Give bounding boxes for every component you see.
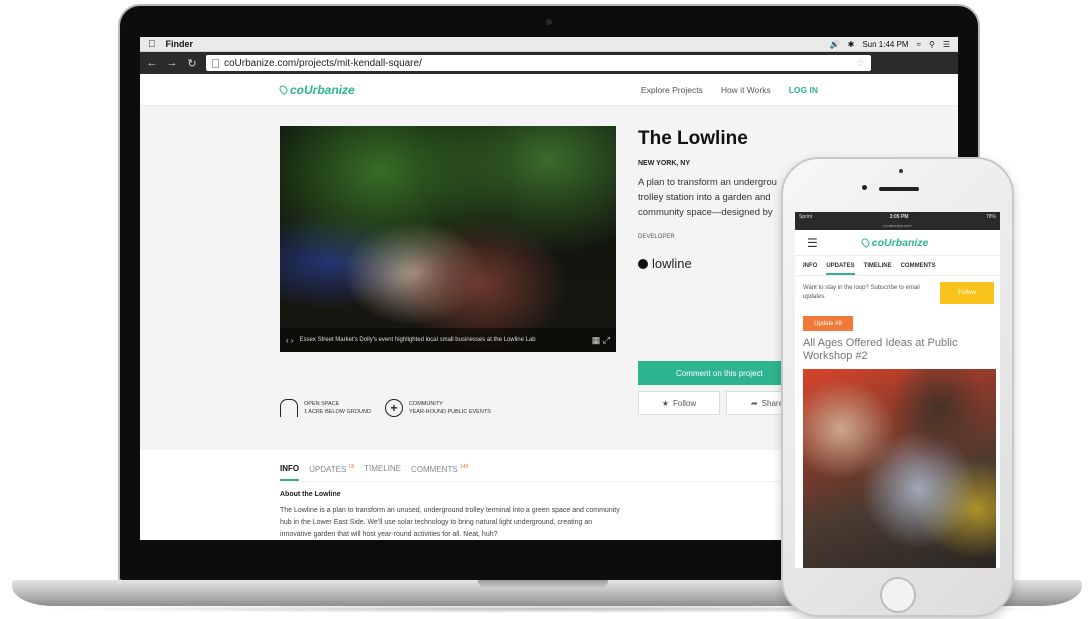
tab-label: COMMENTS: [411, 464, 458, 474]
tab-timeline[interactable]: TIMELINE: [364, 464, 401, 481]
phone-sensor: [899, 169, 903, 173]
share-icon: ➦: [750, 398, 758, 408]
tab-comments[interactable]: COMMENTS 149: [411, 464, 468, 481]
reload-icon[interactable]: ↻: [186, 57, 198, 70]
tab-count: 149: [459, 464, 469, 470]
nav-explore-projects[interactable]: Explore Projects: [641, 85, 703, 95]
follow-button[interactable]: ★ Follow: [638, 391, 720, 415]
nav-login[interactable]: LOG IN: [789, 85, 818, 95]
site-nav: Explore Projects How it Works LOG IN: [641, 85, 818, 95]
lowline-logo-icon: [638, 258, 648, 269]
update-title[interactable]: All Ages Offered Ideas at Public Worksho…: [803, 337, 992, 363]
phone-url[interactable]: courbanize.com: [795, 222, 1000, 230]
phone-tab-updates[interactable]: UPDATES: [826, 263, 855, 275]
phone-logo-text: coUrbanize: [871, 236, 929, 249]
project-tabs: INFO UPDATES 18 TIMELINE COMMENTS 149: [280, 450, 818, 482]
project-photo[interactable]: ‹ › Essex Street Market's Dolly's event …: [280, 126, 616, 352]
phone-header: ☰ coUrbanize: [795, 230, 1000, 256]
tab-label: INFO: [280, 464, 300, 473]
feature-community: + COMMUNITY YEAR-ROUND PUBLIC EVENTS: [384, 399, 491, 417]
site-header: coUrbanize Explore Projects How it Works…: [140, 74, 958, 106]
address-bar[interactable]: coUrbanize.com/projects/mit-kendall-squa…: [206, 55, 871, 71]
project-features: OPEN SPACE 1 ACRE BELOW GROUND + COMMUNI…: [280, 399, 491, 417]
feature-subtitle: 1 ACRE BELOW GROUND: [304, 409, 371, 415]
feature-subtitle: YEAR-ROUND PUBLIC EVENTS: [408, 409, 491, 415]
menubar-clock[interactable]: Sun 1:44 PM: [862, 40, 908, 49]
back-arrow-icon[interactable]: ←: [146, 57, 158, 69]
phone-subscribe: Want to stay in the loop? Subscribe to e…: [795, 276, 1000, 304]
phone-screen: Sprint 3:05 PM 78% courbanize.com ☰ coUr…: [795, 212, 1000, 568]
phone-speaker: [879, 187, 919, 191]
laptop-camera: [546, 19, 552, 25]
hamburger-menu-icon[interactable]: ☰: [807, 236, 818, 250]
menu-app-name[interactable]: Finder: [166, 39, 194, 49]
developer-name: lowline: [652, 256, 692, 271]
tab-label: UPDATES: [309, 464, 347, 474]
phone-logo[interactable]: coUrbanize: [859, 236, 929, 249]
address-bar-url: coUrbanize.com/projects/mit-kendall-squa…: [224, 57, 422, 69]
menubar-status: 🔊 ✱ Sun 1:44 PM ≈ ⚲ ☰: [830, 40, 950, 49]
phone-tab-comments[interactable]: COMMENTS: [901, 263, 936, 269]
phone-carrier: Sprint: [799, 214, 813, 220]
update-photo[interactable]: [803, 369, 996, 568]
bluetooth-icon[interactable]: ✱: [848, 40, 855, 49]
phone-follow-button[interactable]: Follow: [940, 282, 994, 304]
page-icon: [212, 58, 219, 68]
phone-home-button[interactable]: [880, 577, 916, 613]
tab-label: TIMELINE: [364, 464, 402, 473]
tab-updates[interactable]: UPDATES 18: [309, 464, 354, 481]
phone-battery: 78%: [985, 214, 996, 220]
tab-count: 18: [348, 464, 355, 470]
phone-camera: [862, 185, 867, 190]
star-icon: ★: [661, 398, 670, 408]
feature-open-space: OPEN SPACE 1 ACRE BELOW GROUND: [280, 399, 371, 417]
plus-circle-icon: +: [384, 399, 403, 417]
wifi-icon[interactable]: ≈: [917, 40, 921, 49]
tree-icon: [280, 399, 298, 417]
share-label: Share: [761, 398, 784, 408]
site-logo[interactable]: coUrbanize: [277, 82, 355, 97]
tab-info[interactable]: INFO: [280, 464, 300, 481]
browser-toolbar: ← → ↻ coUrbanize.com/projects/mit-kendal…: [140, 52, 958, 74]
photo-caption-bar: ‹ › Essex Street Market's Dolly's event …: [280, 328, 616, 352]
phone-time: 3:05 PM: [889, 214, 909, 220]
mac-menubar:  Finder 🔊 ✱ Sun 1:44 PM ≈ ⚲ ☰: [140, 37, 958, 52]
feature-title: OPEN SPACE: [304, 401, 340, 407]
nav-how-it-works[interactable]: How it Works: [721, 85, 771, 95]
carousel-arrows-icon[interactable]: ‹ ›: [286, 336, 294, 345]
spotlight-icon[interactable]: ⚲: [929, 40, 935, 49]
apple-icon[interactable]: : [148, 39, 156, 50]
follow-label: Follow: [673, 398, 697, 408]
pin-icon: [859, 236, 871, 249]
pin-icon: [277, 83, 290, 96]
photo-caption: Essex Street Market's Dolly's event high…: [299, 337, 536, 343]
volume-icon[interactable]: 🔊: [830, 40, 840, 49]
bookmark-star-icon[interactable]: ☆: [856, 58, 865, 69]
phone-tab-timeline[interactable]: TIMELINE: [864, 263, 892, 269]
list-icon[interactable]: ☰: [943, 40, 950, 49]
about-text: The Lowline is a plan to transform an un…: [280, 507, 620, 538]
phone-status-bar: Sprint 3:05 PM 78%: [795, 212, 1000, 222]
subscribe-text: Want to stay in the loop? Subscribe to e…: [803, 285, 920, 300]
phone-tabs: INFO UPDATES TIMELINE COMMENTS: [795, 256, 1000, 276]
about-heading: About the Lowline: [280, 491, 341, 498]
project-title: The Lowline: [638, 128, 748, 149]
feature-title: COMMUNITY: [408, 401, 443, 407]
site-logo-text: coUrbanize: [290, 82, 355, 97]
phone-tab-info[interactable]: INFO: [803, 263, 817, 269]
fullscreen-icon[interactable]: ▦ ⤢: [592, 335, 610, 346]
laptop-notch: [478, 580, 608, 589]
update-badge: Update #8: [803, 316, 853, 331]
forward-arrow-icon[interactable]: →: [166, 57, 178, 69]
